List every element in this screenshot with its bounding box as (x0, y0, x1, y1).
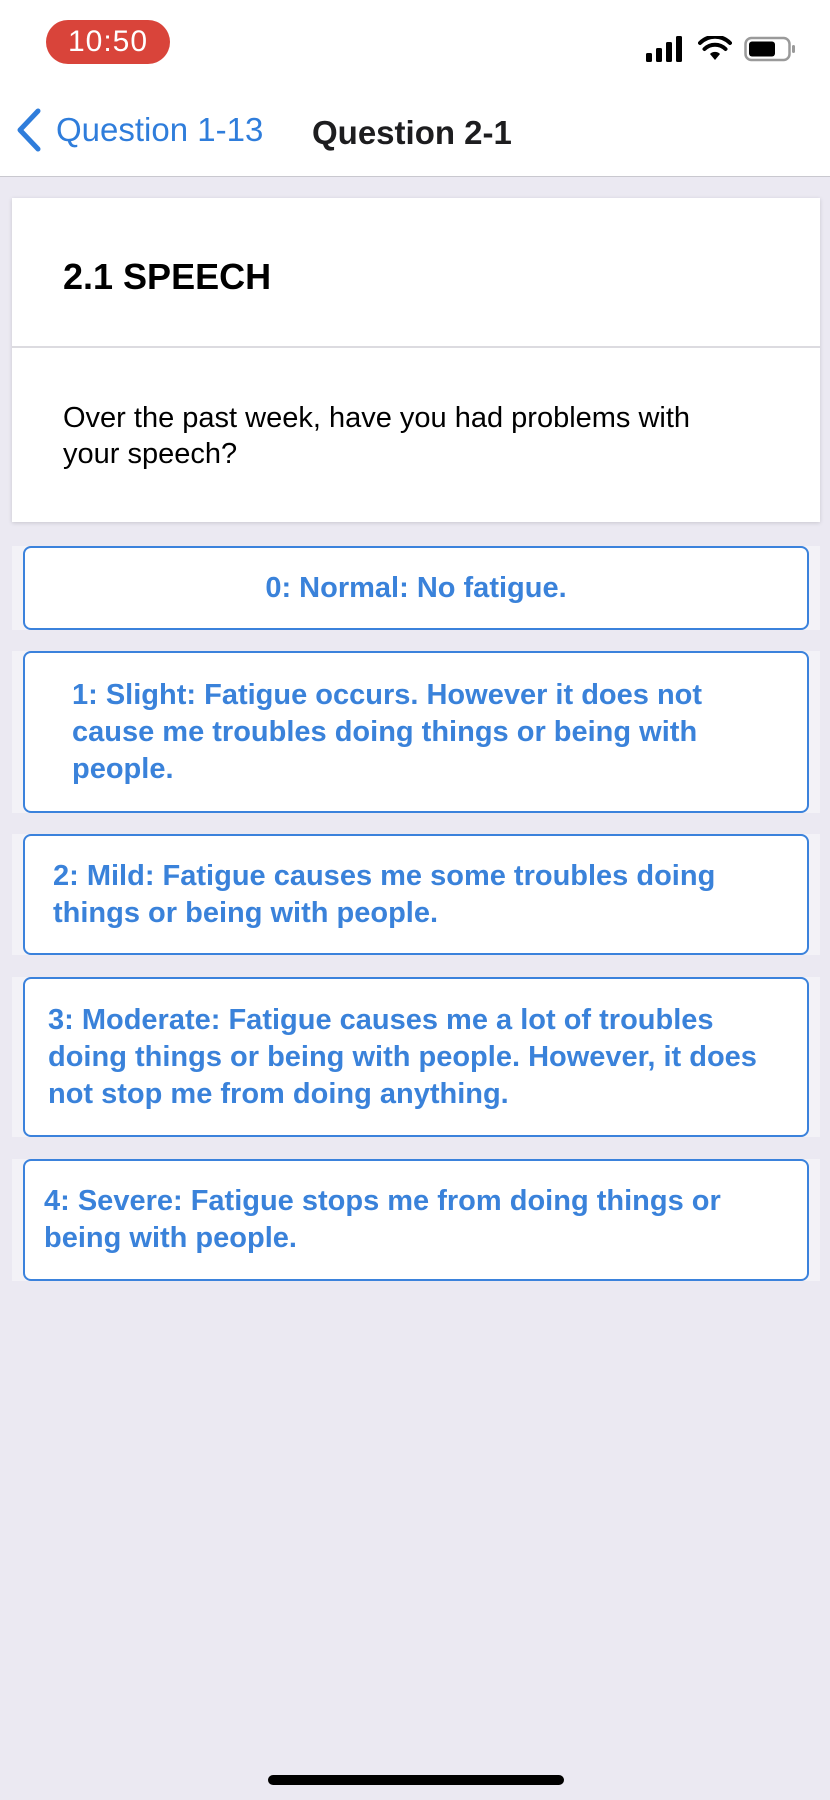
wifi-icon (698, 36, 732, 60)
answer-label: 4: Severe: Fatigue stops me from doing t… (44, 1185, 721, 1254)
answer-option-3[interactable]: 3: Moderate: Fatigue causes me a lot of … (23, 977, 809, 1137)
nav-bar: Question 1-13 Question 2-1 (0, 86, 830, 177)
home-indicator[interactable] (268, 1775, 564, 1785)
status-bar: 10:50 (0, 0, 830, 86)
answer-label: 1: Slight: Fatigue occurs. However it do… (72, 679, 703, 785)
chevron-left-icon (17, 108, 41, 152)
back-button[interactable]: Question 1-13 (16, 104, 263, 156)
answer-option-2[interactable]: 2: Mild: Fatigue causes me some troubles… (23, 834, 809, 955)
answer-row: 4: Severe: Fatigue stops me from doing t… (12, 1159, 820, 1281)
divider (12, 346, 820, 348)
question-card: 2.1 SPEECH Over the past week, have you … (12, 198, 820, 522)
answer-option-4[interactable]: 4: Severe: Fatigue stops me from doing t… (23, 1159, 809, 1281)
status-time[interactable]: 10:50 (46, 20, 170, 64)
battery-icon (744, 36, 795, 62)
answer-label: 2: Mild: Fatigue causes me some troubles… (53, 860, 716, 929)
back-label: Question 1-13 (56, 111, 264, 148)
signal-icon (646, 36, 682, 62)
status-icons (646, 34, 796, 64)
nav-title: Question 2-1 (312, 114, 512, 151)
answer-row: 1: Slight: Fatigue occurs. However it do… (12, 651, 820, 813)
answer-label: 0: Normal: No fatigue. (265, 572, 567, 604)
answer-label: 3: Moderate: Fatigue causes me a lot of … (48, 1004, 757, 1110)
question-text: Over the past week, have you had problem… (63, 402, 691, 470)
answer-row: 2: Mild: Fatigue causes me some troubles… (12, 834, 820, 955)
answer-row: 3: Moderate: Fatigue causes me a lot of … (12, 977, 820, 1137)
answer-option-1[interactable]: 1: Slight: Fatigue occurs. However it do… (23, 651, 809, 813)
answer-row: 0: Normal: No fatigue. (12, 546, 820, 630)
question-heading: 2.1 SPEECH (63, 256, 272, 297)
answer-option-0[interactable]: 0: Normal: No fatigue. (23, 546, 809, 630)
